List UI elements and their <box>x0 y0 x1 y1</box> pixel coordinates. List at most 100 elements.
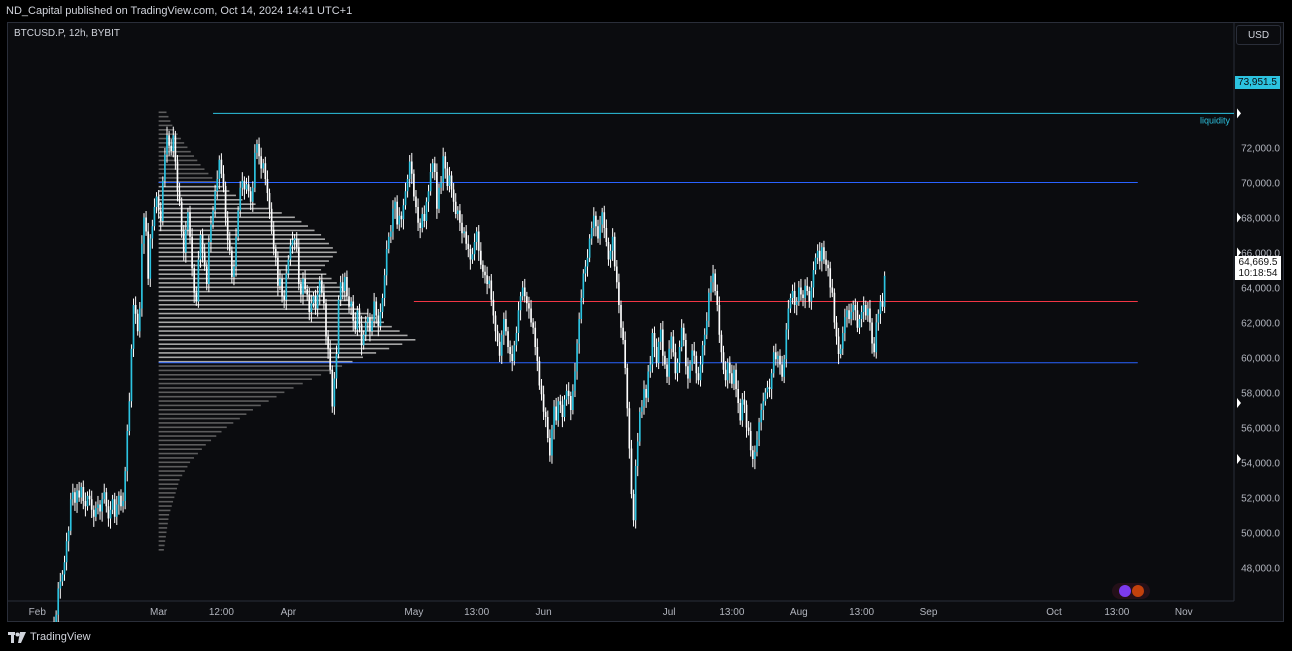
volume-profile-bar <box>158 535 166 538</box>
candle-body <box>699 364 702 381</box>
candle-body <box>113 499 116 517</box>
candle-body <box>852 305 855 312</box>
volume-profile-bar <box>158 133 178 135</box>
last-price-badge: 64,669.5 10:18:54 <box>1235 256 1281 280</box>
candle-body <box>615 266 618 283</box>
candle-body <box>463 231 465 234</box>
candle-body <box>572 390 574 410</box>
candle-body <box>402 205 405 220</box>
candle-body <box>107 506 110 519</box>
candle-body <box>55 614 57 622</box>
candle-body <box>254 152 256 188</box>
candle-body <box>781 364 783 377</box>
volume-profile-bar <box>158 360 353 363</box>
candle-body <box>613 236 616 267</box>
candle-body <box>180 201 183 232</box>
candle-body <box>693 350 696 356</box>
candle-body <box>733 369 735 384</box>
candle-body <box>544 411 547 417</box>
candle-body <box>289 245 292 260</box>
candle-body <box>172 135 175 151</box>
candle-body <box>346 277 348 297</box>
volume-profile-bar <box>158 505 172 507</box>
candle-body <box>120 495 122 507</box>
candle-body <box>390 231 392 237</box>
candle-body <box>689 364 691 379</box>
candle-body <box>170 145 173 151</box>
candle-body <box>159 210 162 221</box>
volume-profile-bar <box>158 378 312 380</box>
candle-body <box>226 217 229 241</box>
candle-body <box>168 135 170 146</box>
price-tick-label: 50,000.0 <box>1241 529 1280 540</box>
candle-body <box>99 504 101 512</box>
volume-profile-bar <box>158 391 285 394</box>
volume-profile-bar <box>158 500 174 503</box>
candle-body <box>373 301 375 321</box>
candle-body <box>323 292 325 304</box>
time-tick-label: Nov <box>1175 607 1193 618</box>
indicator-toggle-icon[interactable] <box>1112 583 1150 599</box>
candle-body <box>237 210 239 237</box>
candle-body <box>797 287 800 302</box>
time-tick-label: 13:00 <box>1104 607 1129 618</box>
candle-body <box>530 308 532 323</box>
candle-body <box>756 439 758 452</box>
candle-body <box>249 191 252 202</box>
time-tick-label: 12:00 <box>209 607 234 618</box>
candle-body <box>369 317 371 332</box>
candle-body <box>844 317 846 333</box>
candle-body <box>542 394 545 412</box>
candle-body <box>423 214 426 221</box>
price-chart[interactable]: liquidity 48,000.0 50,000.0 52,000.0 54,000.… <box>8 23 1284 622</box>
candle-body <box>574 371 576 391</box>
candle-body <box>109 509 112 519</box>
candle-body <box>193 268 196 293</box>
candle-body <box>710 282 712 293</box>
candle-body <box>335 354 338 379</box>
candle-body <box>703 334 706 346</box>
candle-body <box>611 236 614 251</box>
candle-body <box>833 292 836 323</box>
candle-body <box>235 236 237 267</box>
volume-profile-bar <box>158 514 170 516</box>
candle-body <box>515 333 518 346</box>
currency-button[interactable]: USD <box>1236 25 1281 45</box>
candle-body <box>134 305 137 314</box>
candle-body <box>95 508 97 517</box>
candle-body <box>358 310 361 325</box>
candle-body <box>465 231 468 244</box>
candle-body <box>743 399 746 405</box>
candle-body <box>176 161 179 192</box>
candle-body <box>701 345 704 365</box>
symbol-info[interactable]: BTCUSD.P, 12h, BYBIT <box>14 28 120 39</box>
candle-body <box>76 490 78 503</box>
volume-profile-bar <box>158 212 282 214</box>
candle-body <box>222 173 225 186</box>
candle-body <box>126 431 129 472</box>
candle-body <box>720 334 723 353</box>
candle-body <box>268 193 271 209</box>
candle-body <box>67 530 70 542</box>
candle-body <box>553 406 555 430</box>
time-tick-label: 13:00 <box>464 607 489 618</box>
candle-body <box>676 362 679 374</box>
candle-body <box>84 501 87 507</box>
candle-body <box>69 499 72 531</box>
candle-body <box>362 334 365 346</box>
candle-body <box>846 310 848 318</box>
candle-body <box>831 287 834 293</box>
candle-body <box>561 404 564 417</box>
time-tick-label: 13:00 <box>849 607 874 618</box>
candle-body <box>325 303 327 337</box>
candle-body <box>433 163 436 172</box>
volume-profile-bar <box>158 430 222 433</box>
volume-profile-bar <box>158 120 171 122</box>
tradingview-logo[interactable]: TradingView <box>8 631 91 643</box>
candle-body <box>392 208 394 232</box>
candle-body <box>668 348 670 377</box>
candle-body <box>712 273 714 283</box>
candle-body <box>586 257 589 267</box>
candle-body <box>297 247 300 284</box>
candle-body <box>320 280 323 293</box>
